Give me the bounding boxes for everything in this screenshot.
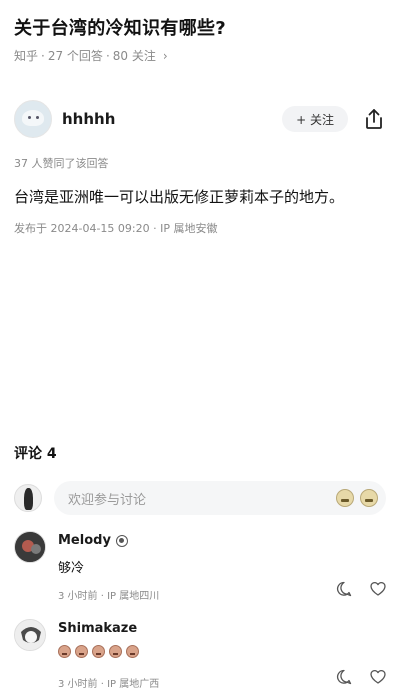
- commenter-name[interactable]: Melody: [58, 533, 128, 548]
- commenter-avatar[interactable]: [14, 531, 46, 563]
- comment-item: Melody 够冷 3 小时前 · IP 属地四川: [14, 531, 386, 603]
- comment-input-row: 欢迎参与讨论: [14, 480, 386, 516]
- emoji-icon: [75, 645, 88, 658]
- comment-icon[interactable]: [336, 669, 352, 685]
- heart-icon[interactable]: [370, 669, 386, 685]
- comment-actions: [336, 669, 386, 685]
- commenter-avatar[interactable]: [14, 619, 46, 651]
- author-name[interactable]: hhhhh: [62, 110, 115, 128]
- comment-meta: 3 小时前 · IP 属地四川: [58, 591, 160, 602]
- meta-answer-count: 27 个回答: [47, 49, 103, 63]
- comment-text: 够冷: [58, 561, 85, 576]
- emoji-icon: [126, 645, 139, 658]
- publish-info: 发布于 2024-04-15 09:20 · IP 属地安徽: [14, 222, 218, 235]
- share-icon[interactable]: [362, 107, 386, 131]
- commenter-name[interactable]: Shimakaze: [58, 621, 137, 636]
- badge-icon: [115, 534, 128, 547]
- comment-input[interactable]: 欢迎参与讨论: [54, 481, 386, 515]
- emoji-icon: [109, 645, 122, 658]
- emoji-icon[interactable]: [336, 489, 354, 507]
- emoji-icon: [92, 645, 105, 658]
- chevron-right-icon: ›: [162, 48, 168, 63]
- meta-source: 知乎: [14, 49, 39, 63]
- comment-input-placeholder: 欢迎参与讨论: [68, 492, 147, 508]
- answer-header: hhhhh + 关注: [14, 98, 386, 140]
- author-avatar[interactable]: [14, 100, 52, 138]
- commenter-name-text: Shimakaze: [58, 621, 138, 636]
- comment-emoji-row: [58, 645, 139, 658]
- comment-item: Shimakaze 3 小时前 · IP 属地广西: [14, 619, 386, 695]
- comment-icon[interactable]: [336, 581, 352, 597]
- heart-icon[interactable]: [370, 581, 386, 597]
- comment-actions: [336, 581, 386, 597]
- commenter-name-text: Melody: [58, 533, 111, 548]
- comment-meta: 3 小时前 · IP 属地广西: [58, 679, 160, 690]
- follow-button[interactable]: + 关注: [282, 106, 348, 132]
- upvote-count: 37 人赞同了该回答: [14, 157, 109, 170]
- question-meta[interactable]: 知乎 · 27 个回答 · 80 关注 ›: [14, 47, 168, 64]
- meta-separator: ·: [41, 48, 45, 63]
- answer-body: 台湾是亚洲唯一可以出版无修正萝莉本子的地方。: [14, 188, 345, 206]
- emoji-icon[interactable]: [360, 489, 378, 507]
- emoji-icon: [58, 645, 71, 658]
- my-avatar: [14, 484, 42, 512]
- meta-follower-count: 80 关注: [112, 49, 156, 63]
- comments-title: 评论 4: [14, 446, 57, 462]
- meta-separator: ·: [105, 48, 110, 63]
- question-title[interactable]: 关于台湾的冷知识有哪些?: [14, 14, 226, 40]
